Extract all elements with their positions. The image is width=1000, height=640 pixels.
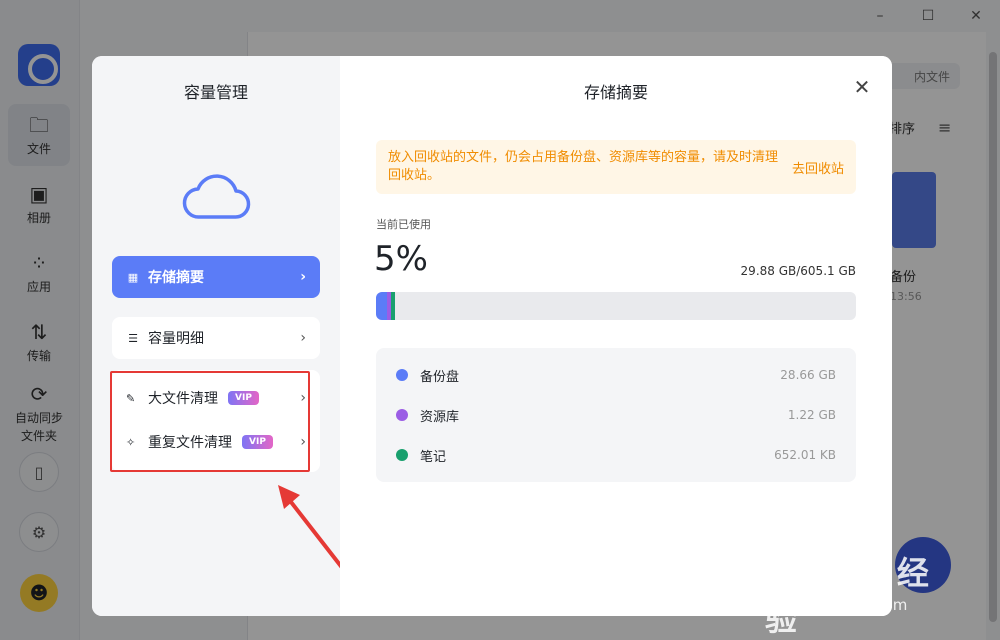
used-label: 当前已使用: [376, 218, 431, 231]
legend-name: 备份盘: [420, 369, 460, 385]
go-to-recycle-bin-link[interactable]: 去回收站: [792, 158, 844, 177]
storage-legend: 备份盘 28.66 GB 资源库 1.22 GB 笔记 652.01 KB: [376, 348, 856, 482]
legend-item: 备份盘 28.66 GB: [376, 355, 856, 395]
recycle-bin-notice: 放入回收站的文件，仍会占用备份盘、资源库等的容量，请及时清理回收站。 去回收站: [376, 140, 856, 194]
legend-value: 1.22 GB: [787, 408, 836, 422]
dialog-title: 存储摘要: [583, 83, 648, 102]
watermark-sub: jingyan.baidu.com: [769, 596, 908, 614]
chevron-right-icon: ›: [300, 269, 306, 285]
list-icon: ☰: [128, 331, 138, 345]
chevron-right-icon: ›: [300, 330, 306, 346]
baidu-watermark: Bai du 经验 jingyan.baidu.com: [765, 548, 950, 638]
used-size: 29.88 GB/605.1 GB: [740, 264, 856, 278]
menu-item-label: 存储摘要: [148, 270, 204, 286]
legend-item: 资源库 1.22 GB: [376, 395, 856, 435]
cloud-icon: [182, 174, 251, 219]
legend-value: 28.66 GB: [780, 368, 836, 382]
dialog-main: 存储摘要 ✕ 放入回收站的文件，仍会占用备份盘、资源库等的容量，请及时清理回收站…: [340, 56, 892, 616]
watermark-main: Bai du 经验: [765, 554, 930, 638]
grid-icon: ▦: [127, 270, 139, 284]
menu-item-capacity-detail[interactable]: ☰ 容量明细 ›: [112, 317, 320, 359]
legend-dot: [396, 369, 408, 381]
close-icon[interactable]: ✕: [852, 77, 872, 98]
dialog-sidebar-title: 容量管理: [183, 83, 248, 102]
menu-item-label: 容量明细: [148, 331, 204, 347]
annotation-highlight-box: [110, 371, 310, 472]
legend-value: 652.01 KB: [774, 448, 836, 462]
legend-name: 笔记: [420, 449, 447, 465]
menu-item-storage-summary[interactable]: ▦ 存储摘要 ›: [112, 256, 320, 298]
used-percent: 5%: [374, 239, 428, 279]
storage-dialog: 容量管理 ▦ 存储摘要 › ☰ 容量明细 › ✎ 大文件清理 VIP › ✧ 重…: [92, 56, 892, 616]
dialog-sidebar: 容量管理 ▦ 存储摘要 › ☰ 容量明细 › ✎ 大文件清理 VIP › ✧ 重…: [92, 56, 356, 616]
usage-segment-2: [391, 292, 396, 320]
notice-text: 放入回收站的文件，仍会占用备份盘、资源库等的容量，请及时清理回收站。: [388, 150, 779, 183]
legend-name: 资源库: [420, 409, 460, 425]
storage-usage-bar: [376, 292, 856, 320]
usage-segment-0: [376, 292, 388, 320]
legend-dot: [396, 409, 408, 421]
legend-item: 笔记 652.01 KB: [376, 435, 856, 475]
legend-dot: [396, 449, 408, 461]
